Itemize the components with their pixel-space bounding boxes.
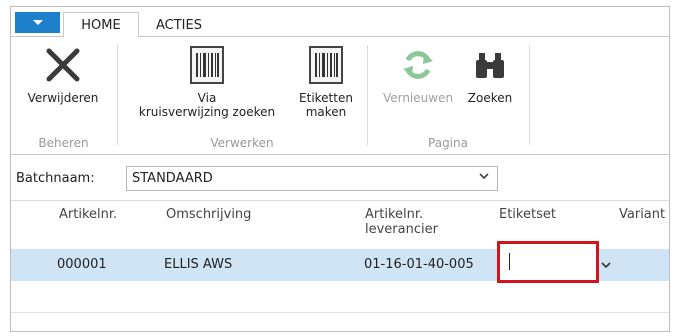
table-row[interactable] [11, 281, 669, 313]
barcode-icon [290, 45, 362, 85]
leverancier-header-line2: leverancier [365, 222, 438, 237]
tab-home[interactable]: HOME [63, 12, 139, 38]
cell-omschrijving[interactable]: ELLIS AWS [164, 257, 232, 272]
kruisverwijzing-label-line1: Via [197, 91, 217, 105]
etiketten-label-line1: Etiketten [299, 91, 353, 105]
chevron-down-icon [479, 172, 489, 183]
etiketten-maken-button[interactable]: Etiketten maken [290, 45, 362, 119]
etiketten-label-line2: maken [305, 105, 347, 119]
cell-artikelnr[interactable]: 000001 [57, 257, 107, 272]
refresh-icon [376, 45, 460, 85]
column-header-leverancier[interactable]: Artikelnr. leverancier [365, 207, 438, 237]
group-label-pagina: Pagina [428, 136, 468, 150]
chevron-down-icon[interactable] [601, 259, 611, 272]
group-beheren: Verwijderen Beheren [11, 37, 116, 155]
ribbon: Verwijderen Beheren Via kruisverwijzing … [11, 37, 669, 155]
vernieuwen-label: Vernieuwen [382, 91, 454, 105]
column-header-artikelnr[interactable]: Artikelnr. [59, 207, 117, 222]
verwijderen-button[interactable]: Verwijderen [13, 45, 113, 105]
batchnaam-label: Batchnaam: [16, 171, 95, 186]
batchnaam-value: STANDAARD [132, 171, 213, 186]
etiketset-input[interactable] [497, 241, 599, 283]
chevron-down-icon [32, 20, 43, 25]
delete-x-icon [13, 45, 113, 85]
text-caret [509, 253, 510, 270]
vernieuwen-button[interactable]: Vernieuwen [376, 45, 460, 105]
kruisverwijzing-zoeken-button[interactable]: Via kruisverwijzing zoeken [128, 45, 286, 119]
tab-acties[interactable]: ACTIES [139, 12, 219, 38]
kruisverwijzing-label: Via kruisverwijzing zoeken [128, 91, 286, 119]
zoeken-label: Zoeken [467, 91, 513, 105]
group-divider [529, 45, 530, 145]
group-pagina: Vernieuwen Zoeken Pagina [368, 37, 528, 155]
column-header-omschrijving[interactable]: Omschrijving [166, 207, 251, 222]
column-header-variant[interactable]: Variant [619, 207, 665, 222]
zoeken-button[interactable]: Zoeken [461, 45, 519, 105]
etiketten-maken-label: Etiketten maken [290, 91, 362, 119]
batchnaam-select[interactable]: STANDAARD [126, 166, 498, 191]
group-label-verwerken: Verwerken [210, 136, 274, 150]
group-verwerken: Via kruisverwijzing zoeken Etiketten mak… [118, 37, 366, 155]
kruisverwijzing-label-line2: kruisverwijzing zoeken [138, 105, 276, 119]
app-menu-button[interactable] [15, 12, 60, 33]
leverancier-header-line1: Artikelnr. [365, 207, 424, 222]
column-header-etiketset[interactable]: Etiketset [499, 207, 556, 222]
app-window: HOME ACTIES Verwijderen Beheren Via krui… [10, 6, 670, 332]
grid-divider [11, 200, 669, 201]
verwijderen-label: Verwijderen [27, 91, 99, 105]
barcode-icon [128, 45, 286, 85]
group-label-beheren: Beheren [38, 136, 89, 150]
ribbon-tab-bar: HOME ACTIES [11, 7, 669, 38]
binoculars-icon [461, 45, 519, 85]
cell-leverancier[interactable]: 01-16-01-40-005 [364, 257, 474, 272]
